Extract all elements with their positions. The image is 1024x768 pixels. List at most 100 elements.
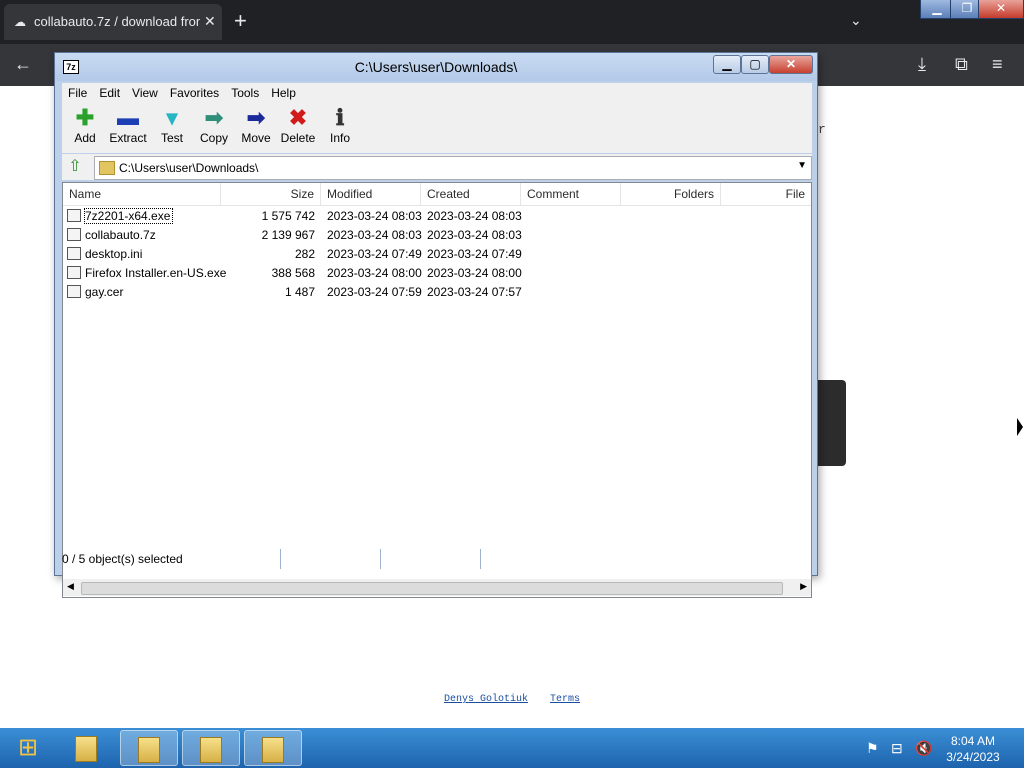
file-size: 388 568 (271, 266, 315, 280)
file-row[interactable]: desktop.ini 282 2023-03-24 07:49 2023-03-24… (63, 245, 811, 264)
menu-icon[interactable]: ≡ (992, 54, 1003, 74)
taskbar-clock[interactable]: 8:04 AM 3/24/2023 (936, 733, 1010, 765)
list-header: Name Size Modified Created Comment Folde… (63, 183, 811, 206)
file-created: 2023-03-24 07:49 (427, 247, 522, 261)
file-row[interactable]: collabauto.7z 2 139 967 2023-03-24 08:03 20… (63, 226, 811, 245)
toolbar-move-button[interactable]: ➡ Move (236, 105, 276, 145)
file-modified: 2023-03-24 08:00 (327, 266, 422, 280)
file-modified: 2023-03-24 07:49 (327, 247, 422, 261)
column-size[interactable]: Size (221, 183, 321, 205)
column-folders[interactable]: Folders (621, 183, 721, 205)
menu-view[interactable]: View (126, 83, 164, 103)
toolbar-extract-button[interactable]: ▬ Extract (108, 105, 148, 145)
browser-minimize-button[interactable]: ▁ (920, 0, 954, 19)
browser-close-button[interactable]: ✕ (978, 0, 1024, 19)
tab-title: collabauto.7z / download from (34, 14, 200, 29)
toolbar-label: Info (329, 131, 350, 145)
toolbar-info-button[interactable]: ℹ Info (320, 105, 360, 145)
copy-arrow-icon: ➡ (204, 105, 224, 130)
delete-x-icon: ✖ (288, 105, 308, 130)
taskbar-folder-1[interactable] (58, 730, 116, 766)
back-arrow-icon[interactable]: ← (14, 54, 32, 74)
file-size: 1 575 742 (261, 209, 315, 223)
window-title: C:\Users\user\Downloads\ (354, 59, 518, 75)
download-icon[interactable]: ⤓ (918, 54, 926, 74)
menu-help[interactable]: Help (265, 83, 302, 103)
tab-list-chevron-icon[interactable]: ⌄ (850, 12, 862, 29)
menubar: File Edit View Favorites Tools Help (62, 83, 812, 103)
status-divider (380, 549, 381, 569)
file-created: 2023-03-24 08:03 (427, 209, 522, 223)
new-tab-button[interactable]: + (234, 10, 247, 32)
file-modified: 2023-03-24 07:59 (327, 285, 422, 299)
address-bar: ⇧ C:\Users\user\Downloads\ ▼ (62, 154, 812, 180)
column-created[interactable]: Created (421, 183, 521, 205)
ini-icon (67, 247, 81, 260)
toolbar-label: Copy (199, 131, 228, 145)
column-files[interactable]: File (721, 183, 811, 205)
file-created: 2023-03-24 08:03 (427, 228, 522, 242)
file-row[interactable]: gay.cer 1 487 2023-03-24 07:59 2023-03-24 0… (63, 283, 811, 302)
statusbar: 0 / 5 object(s) selected (62, 549, 810, 569)
window-close-button[interactable]: ✕ (769, 55, 813, 74)
toolbar-label: Add (74, 131, 96, 145)
info-icon: ℹ (335, 105, 345, 130)
footer-link-author[interactable]: Denys Golotiuk (444, 694, 528, 705)
toolbar-delete-button[interactable]: ✖ Delete (278, 105, 318, 145)
file-size: 2 139 967 (261, 228, 315, 242)
exe-icon (67, 266, 81, 279)
dropdown-arrow-icon[interactable]: ▼ (797, 160, 807, 171)
address-field[interactable]: C:\Users\user\Downloads\ ▼ (94, 156, 812, 180)
taskbar-folder-2[interactable] (120, 730, 178, 766)
taskbar-folder-3[interactable] (182, 730, 240, 766)
network-icon[interactable]: ⊟ (891, 740, 903, 757)
file-name: desktop.ini (85, 247, 143, 261)
file-row[interactable]: 7z2201-x64.exe 1 575 742 2023-03-24 08:03 2… (63, 207, 811, 226)
move-arrow-icon: ➡ (246, 105, 266, 130)
file-size: 282 (294, 247, 315, 261)
scrollbar-thumb[interactable] (81, 582, 783, 595)
column-modified[interactable]: Modified (321, 183, 421, 205)
folder-icon (262, 737, 284, 763)
file-list: Name Size Modified Created Comment Folde… (62, 182, 812, 598)
column-name[interactable]: Name (63, 183, 221, 205)
file-row[interactable]: Firefox Installer.en-US.exe 388 568 2023-0… (63, 264, 811, 283)
extensions-icon[interactable]: ⧉ (955, 54, 968, 74)
toolbar-test-button[interactable]: ▾ Test (152, 105, 192, 145)
toolbar-label: Test (160, 131, 183, 145)
minus-icon: ▬ (117, 105, 139, 130)
footer-link-terms[interactable]: Terms (550, 694, 580, 705)
window-maximize-button[interactable]: ▢ (741, 55, 769, 74)
folder-icon (75, 736, 97, 762)
tab-close-icon[interactable]: ✕ (204, 13, 216, 30)
action-center-flag-icon[interactable]: ⚑ (866, 740, 879, 757)
menu-favorites[interactable]: Favorites (164, 83, 225, 103)
scroll-left-icon[interactable]: ◀ (67, 581, 74, 592)
column-comment[interactable]: Comment (521, 183, 621, 205)
file-modified: 2023-03-24 08:03 (327, 209, 422, 223)
archive-icon (67, 228, 81, 241)
folder-icon (138, 737, 160, 763)
menu-tools[interactable]: Tools (225, 83, 265, 103)
toolbar: ✚ Add ▬ Extract ▾ Test ➡ Copy ➡ Move ✖ Delete ℹ Info (62, 103, 812, 153)
folder-icon (200, 737, 222, 763)
taskbar-folder-4[interactable] (244, 730, 302, 766)
window-minimize-button[interactable]: ▁ (713, 55, 741, 74)
toolbar-copy-button[interactable]: ➡ Copy (194, 105, 234, 145)
scroll-right-icon[interactable]: ▶ (800, 581, 807, 592)
status-divider (280, 549, 281, 569)
file-created: 2023-03-24 08:00 (427, 266, 522, 280)
file-created: 2023-03-24 07:57 (427, 285, 522, 299)
browser-tab[interactable]: ☁ collabauto.7z / download from ✕ (4, 4, 222, 40)
window-titlebar[interactable]: 7z C:\Users\user\Downloads\ ▁ ▢ ✕ (55, 53, 817, 81)
folder-up-icon[interactable]: ⇧ (65, 157, 85, 177)
menu-file[interactable]: File (62, 83, 93, 103)
status-text: 0 / 5 object(s) selected (62, 552, 183, 566)
status-divider (480, 549, 481, 569)
file-name: 7z2201-x64.exe (83, 208, 174, 224)
menu-edit[interactable]: Edit (93, 83, 126, 103)
start-button-windows-icon[interactable]: ⊞ (6, 730, 50, 766)
toolbar-add-button[interactable]: ✚ Add (65, 105, 105, 145)
horizontal-scrollbar[interactable]: ◀ ▶ (63, 579, 811, 596)
volume-muted-icon[interactable]: 🔇 (915, 740, 932, 757)
